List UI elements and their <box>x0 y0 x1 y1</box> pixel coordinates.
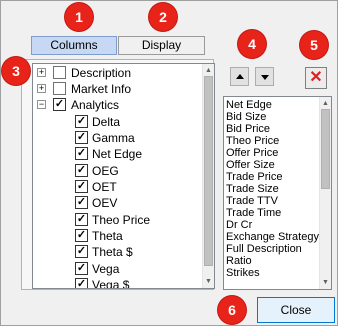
expand-icon[interactable]: + <box>37 84 46 93</box>
scroll-up-arrow-icon[interactable]: ▲ <box>320 98 331 109</box>
list-item[interactable]: Exchange Strategy <box>226 231 319 243</box>
close-button[interactable]: Close <box>257 297 335 323</box>
list-item[interactable]: Offer Size <box>226 159 275 171</box>
list-item[interactable]: Ratio <box>226 255 252 267</box>
tree-item-label: Theta <box>92 229 123 243</box>
checkbox-oeg[interactable]: ✓ <box>75 164 88 177</box>
callout-badge-6: 6 <box>218 296 246 324</box>
tree-item-label: Vega $ <box>92 278 130 289</box>
triangle-up-icon <box>236 74 244 79</box>
checkbox-net-edge[interactable]: ✓ <box>75 147 88 160</box>
fields-scrollbar[interactable]: ▲ ▼ <box>319 97 331 289</box>
checkbox-vega-dollar[interactable]: ✓ <box>75 278 88 288</box>
list-item[interactable]: Full Description <box>226 243 302 255</box>
tab-display[interactable]: Display <box>118 36 205 55</box>
triangle-down-icon <box>261 75 269 80</box>
list-item[interactable]: Strikes <box>226 267 260 279</box>
move-up-button[interactable] <box>230 67 249 86</box>
scroll-down-arrow-icon[interactable]: ▼ <box>203 276 214 287</box>
tree-item-label: OET <box>92 180 117 194</box>
tree-item-label: Net Edge <box>92 147 143 161</box>
tree-item-label: Theo Price <box>92 213 151 227</box>
remove-x-icon: ✕ <box>309 69 323 86</box>
checkbox-theo-price[interactable]: ✓ <box>75 213 88 226</box>
checkbox-vega[interactable]: ✓ <box>75 262 88 275</box>
list-item[interactable]: Theo Price <box>226 135 279 147</box>
scrollbar-thumb[interactable] <box>204 76 213 266</box>
tree-scrollbar[interactable]: ▲ ▼ <box>202 64 214 288</box>
expand-icon[interactable]: + <box>37 68 46 77</box>
tree-item-label: Delta <box>92 115 121 129</box>
callout-badge-1: 1 <box>65 3 93 31</box>
scroll-up-arrow-icon[interactable]: ▲ <box>203 65 214 76</box>
list-item[interactable]: Bid Size <box>226 111 266 123</box>
list-item[interactable]: Dr Cr <box>226 219 252 231</box>
column-settings-dialog: Columns Display + Description + Market I… <box>0 0 338 326</box>
checkbox-theta[interactable]: ✓ <box>75 229 88 242</box>
tree-item-label: Description <box>71 66 132 80</box>
list-item[interactable]: Net Edge <box>226 99 272 111</box>
checkbox-delta[interactable]: ✓ <box>75 115 88 128</box>
remove-column-button[interactable]: ✕ <box>305 67 327 89</box>
callout-badge-5: 5 <box>300 31 328 59</box>
callout-badge-3: 3 <box>2 57 30 85</box>
checkbox-oev[interactable]: ✓ <box>75 196 88 209</box>
checkbox-description[interactable] <box>53 66 66 79</box>
move-down-button[interactable] <box>255 67 274 86</box>
tree-item-label: Gamma <box>92 131 135 145</box>
tab-columns[interactable]: Columns <box>31 36 117 55</box>
list-item[interactable]: Offer Price <box>226 147 278 159</box>
tree-item-label: Analytics <box>71 98 120 112</box>
checkbox-market-info[interactable] <box>53 82 66 95</box>
tree-item-label: Theta $ <box>92 245 133 259</box>
scrollbar-thumb[interactable] <box>321 109 330 189</box>
checkbox-oet[interactable]: ✓ <box>75 180 88 193</box>
checkbox-theta-dollar[interactable]: ✓ <box>75 245 88 258</box>
checkbox-analytics[interactable]: ✓ <box>53 98 66 111</box>
list-item[interactable]: Trade Size <box>226 183 279 195</box>
checkbox-gamma[interactable]: ✓ <box>75 131 88 144</box>
scroll-down-arrow-icon[interactable]: ▼ <box>320 277 331 288</box>
tree-item-label: OEG <box>92 164 119 178</box>
collapse-icon[interactable]: − <box>37 100 46 109</box>
callout-badge-2: 2 <box>149 3 177 31</box>
list-item[interactable]: Trade Price <box>226 171 282 183</box>
tree-item-label: Vega <box>92 262 120 276</box>
tree-item-label: OEV <box>92 196 118 210</box>
list-item[interactable]: Trade Time <box>226 207 281 219</box>
list-item[interactable]: Bid Price <box>226 123 270 135</box>
list-item[interactable]: Trade TTV <box>226 195 278 207</box>
available-columns-tree[interactable]: + Description + Market Info − ✓ Analytic… <box>32 63 215 289</box>
callout-badge-4: 4 <box>238 30 266 58</box>
tree-item-label: Market Info <box>71 82 132 96</box>
selected-columns-list[interactable]: Net Edge Bid Size Bid Price Theo Price O… <box>223 96 332 290</box>
